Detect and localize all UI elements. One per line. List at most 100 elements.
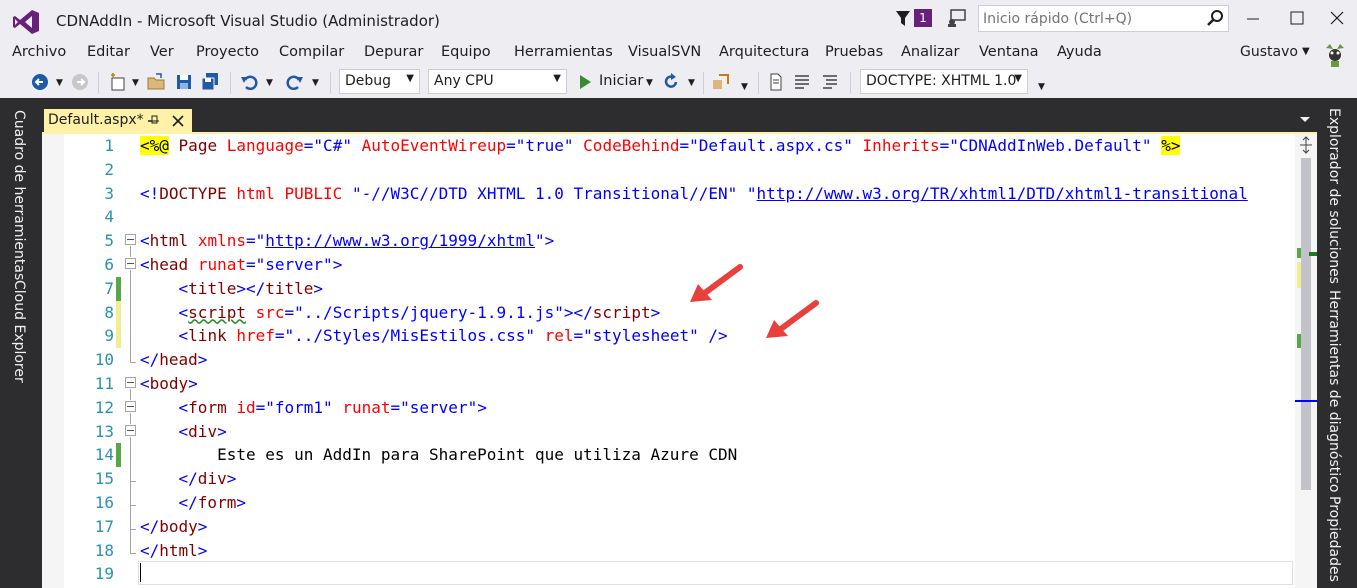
window-title: CDNAddIn - Microsoft Visual Studio (Admi…	[56, 12, 440, 30]
redo-icon[interactable]	[284, 72, 304, 92]
menu-equipo[interactable]: Equipo	[441, 44, 491, 60]
close-icon[interactable]	[1322, 6, 1352, 30]
new-project-icon[interactable]	[108, 72, 128, 92]
code-token: runat	[197, 255, 246, 274]
diagnostic-tools-tab[interactable]: Herramientas de diagnóstico	[1326, 290, 1342, 492]
chevron-down-icon[interactable]: ▼	[1302, 46, 1310, 57]
maximize-icon[interactable]	[1282, 6, 1312, 30]
collapse-html-icon[interactable]	[125, 234, 136, 245]
pin-icon[interactable]	[147, 114, 161, 128]
forward-icon[interactable]	[70, 72, 90, 92]
toolbar-overflow-icon[interactable]: ▼	[741, 82, 748, 92]
start-button-label[interactable]: Iniciar	[599, 73, 643, 89]
menu-proyecto[interactable]: Proyecto	[196, 44, 259, 60]
refresh-dropdown-icon[interactable]: ▼	[688, 78, 695, 88]
code-line[interactable]: <body>	[140, 374, 198, 393]
code-token: div	[188, 421, 218, 441]
scroll-marker-caret	[1309, 252, 1317, 256]
code-line[interactable]: </html>	[140, 541, 207, 560]
code-line[interactable]: <%@ Page Language="C#" AutoEventWireup="…	[140, 136, 1181, 155]
back-icon[interactable]	[30, 72, 50, 92]
menu-herramientas[interactable]: Herramientas	[514, 44, 613, 60]
menu-ver[interactable]: Ver	[150, 44, 174, 60]
redo-dropdown-icon[interactable]: ▼	[312, 78, 319, 88]
scrollbar-thumb[interactable]	[1301, 158, 1311, 490]
code-line[interactable]: <head runat="server">	[140, 255, 342, 274]
line-number: 18	[94, 540, 114, 560]
code-line[interactable]: <script src="../Scripts/jquery-1.9.1.js"…	[140, 303, 661, 322]
doctype-select[interactable]: DOCTYPE: XHTML 1.0 ▼	[860, 69, 1028, 94]
quick-launch-input[interactable]	[983, 9, 1203, 29]
document-tab-default-aspx[interactable]: Default.aspx*	[44, 109, 192, 134]
start-dropdown-icon[interactable]: ▼	[646, 78, 653, 88]
collapse-form-icon[interactable]	[125, 401, 136, 412]
code-token: =	[303, 136, 314, 155]
configuration-select[interactable]: Debug ▼	[339, 69, 420, 94]
properties-tab[interactable]: Propiedades	[1326, 496, 1342, 582]
start-icon[interactable]	[575, 72, 595, 92]
browser-link-icon[interactable]	[711, 72, 731, 92]
code-line[interactable]: </body>	[140, 517, 207, 536]
collapse-body-icon[interactable]	[125, 377, 136, 388]
save-icon[interactable]	[174, 72, 194, 92]
code-line[interactable]: </div>	[140, 469, 237, 488]
code-line[interactable]: <!DOCTYPE html PUBLIC "-//W3C//DTD XHTML…	[140, 184, 1248, 203]
split-icon[interactable]	[1297, 136, 1315, 154]
toolbox-tab[interactable]: Cuadro de herramientas	[11, 110, 27, 280]
cloud-explorer-tab[interactable]: Cloud Explorer	[11, 280, 27, 383]
code-line[interactable]: <div>	[140, 422, 227, 441]
collapse-div-icon[interactable]	[125, 425, 136, 436]
uncomment-icon[interactable]	[820, 72, 840, 92]
platform-select[interactable]: Any CPU ▼	[428, 69, 567, 94]
code-token: Language	[226, 136, 304, 155]
comment-icon[interactable]	[792, 72, 812, 92]
code-token: </	[140, 516, 160, 536]
notification-badge[interactable]: 1	[914, 9, 932, 27]
refresh-icon[interactable]	[661, 72, 681, 92]
code-line[interactable]: <title></title>	[140, 279, 324, 298]
menu-visualsvn[interactable]: VisualSVN	[628, 44, 701, 60]
code-token: runat	[342, 397, 391, 417]
new-dropdown-icon[interactable]: ▼	[132, 78, 139, 88]
line-number: 5	[104, 231, 114, 251]
user-account-name[interactable]: Gustavo	[1240, 44, 1298, 60]
code-line[interactable]: Este es un AddIn para SharePoint que uti…	[140, 445, 737, 464]
menu-pruebas[interactable]: Pruebas	[825, 44, 883, 60]
document-icon[interactable]	[766, 72, 786, 92]
solution-explorer-tab[interactable]: Explorador de soluciones	[1326, 108, 1342, 284]
code-line[interactable]: </form>	[140, 493, 246, 512]
menu-editar[interactable]: Editar	[87, 44, 130, 60]
menu-depurar[interactable]: Depurar	[364, 44, 423, 60]
minimize-icon[interactable]	[1238, 6, 1268, 30]
code-token: "	[255, 231, 266, 251]
menu-analizar[interactable]: Analizar	[901, 44, 960, 60]
undo-icon[interactable]	[240, 72, 260, 92]
menu-arquitectura[interactable]: Arquitectura	[719, 44, 809, 60]
open-file-icon[interactable]	[146, 72, 166, 92]
feedback-icon[interactable]	[946, 8, 968, 28]
menu-ventana[interactable]: Ventana	[979, 44, 1039, 60]
code-line[interactable]: <link href="../Styles/MisEstilos.css" re…	[140, 326, 728, 345]
undo-dropdown-icon[interactable]: ▼	[266, 78, 273, 88]
code-token: >	[332, 255, 343, 274]
close-tab-icon[interactable]	[170, 113, 186, 129]
vs-logo-icon	[13, 10, 39, 34]
menu-archivo[interactable]: Archivo	[12, 44, 66, 60]
code-token: >	[197, 540, 208, 560]
code-line[interactable]: <form id="form1" runat="server">	[140, 398, 487, 417]
code-line[interactable]: <html xmlns="http://www.w3.org/1999/xhtm…	[140, 231, 554, 250]
code-line[interactable]: </head>	[140, 350, 207, 369]
toolbar-overflow-icon[interactable]: ▼	[1038, 82, 1045, 92]
tab-list-dropdown-icon[interactable]	[1296, 110, 1314, 128]
menu-ayuda[interactable]: Ayuda	[1057, 44, 1102, 60]
back-dropdown-icon[interactable]: ▼	[56, 78, 63, 88]
quick-launch[interactable]	[978, 5, 1229, 32]
search-icon[interactable]	[1206, 9, 1224, 27]
menu-compilar[interactable]: Compilar	[279, 44, 344, 60]
line-number: 1	[104, 136, 114, 155]
collapse-head-icon[interactable]	[125, 258, 136, 269]
save-all-icon[interactable]	[200, 72, 220, 92]
